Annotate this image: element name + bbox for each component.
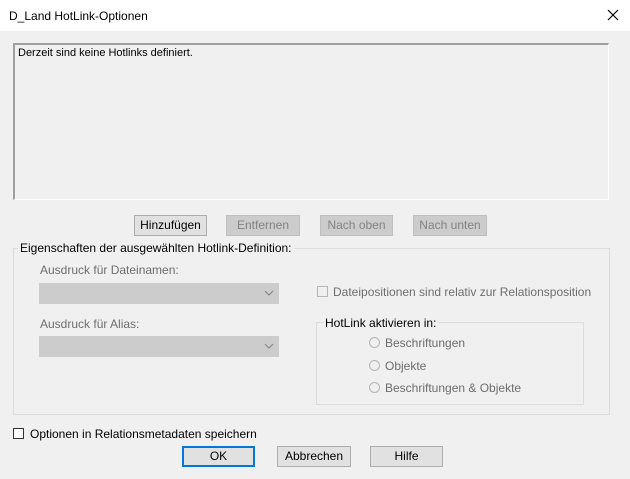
hotlink-list-empty-text: Derzeit sind keine Hotlinks definiert. — [18, 47, 193, 59]
close-button[interactable] — [601, 4, 625, 26]
save-in-metadata-checkbox[interactable] — [13, 428, 24, 439]
add-button[interactable]: Hinzufügen — [134, 215, 207, 236]
relative-positions-label: Dateipositionen sind relativ zur Relatio… — [333, 285, 592, 299]
move-down-button[interactable]: Nach unten — [413, 215, 487, 236]
hotlink-list[interactable]: Derzeit sind keine Hotlinks definiert. — [13, 43, 609, 200]
filename-expression-label: Ausdruck für Dateinamen: — [40, 263, 179, 277]
cancel-button[interactable]: Abbrechen — [277, 446, 351, 467]
radio-objekte[interactable] — [369, 360, 380, 371]
chevron-down-icon — [264, 343, 274, 349]
ok-button[interactable]: OK — [182, 446, 255, 467]
filename-expression-combo[interactable] — [39, 283, 279, 304]
alias-expression-combo[interactable] — [39, 336, 279, 357]
help-button[interactable]: Hilfe — [370, 446, 443, 467]
move-up-button[interactable]: Nach oben — [320, 215, 393, 236]
window-title: D_Land HotLink-Optionen — [9, 9, 148, 23]
title-bar: D_Land HotLink-Optionen — [0, 0, 630, 31]
radio-beschriftungen-label: Beschriftungen — [385, 336, 466, 350]
remove-button[interactable]: Entfernen — [226, 215, 300, 236]
properties-group-label: Eigenschaften der ausgewählten Hotlink-D… — [18, 241, 294, 255]
radio-beschriftungen[interactable] — [369, 337, 380, 348]
radio-objekte-label: Objekte — [385, 359, 427, 373]
radio-beschriftungen-objekte[interactable] — [369, 382, 380, 393]
relative-positions-checkbox[interactable] — [317, 286, 328, 297]
chevron-down-icon — [264, 290, 274, 296]
save-in-metadata-label: Optionen in Relationsmetadaten speichern — [30, 427, 257, 441]
radio-beschriftungen-objekte-label: Beschriftungen & Objekte — [385, 381, 522, 395]
close-icon — [607, 9, 619, 21]
activate-group-label: HotLink aktivieren in: — [323, 316, 439, 330]
alias-expression-label: Ausdruck für Alias: — [40, 317, 140, 331]
